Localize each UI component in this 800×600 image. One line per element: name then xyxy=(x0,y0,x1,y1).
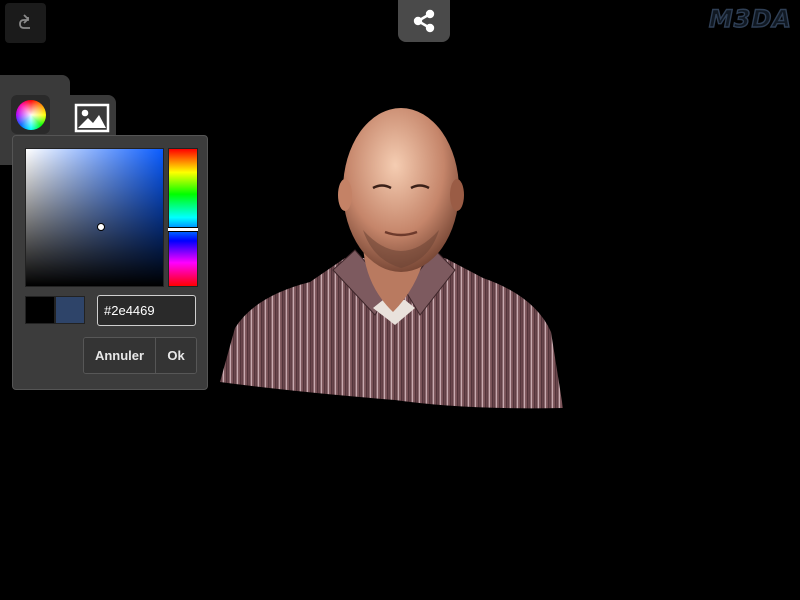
ok-button[interactable]: Ok xyxy=(155,338,196,373)
bust-head xyxy=(343,108,459,272)
hue-slider-track[interactable] xyxy=(168,148,198,287)
color-wheel-icon xyxy=(15,99,46,130)
saturation-value-cursor[interactable] xyxy=(97,223,105,231)
current-color-swatch xyxy=(55,296,85,324)
cancel-button[interactable]: Annuler xyxy=(84,338,155,373)
undo-icon xyxy=(18,14,30,29)
app-stage: M3DA Annuler Ok xyxy=(0,0,800,600)
tab-texture[interactable] xyxy=(68,95,116,140)
share-icon xyxy=(413,9,435,33)
brand-logo: M3DA xyxy=(708,4,792,33)
hex-color-input[interactable] xyxy=(97,295,196,326)
color-picker-panel: Annuler Ok xyxy=(12,135,208,390)
undo-button[interactable] xyxy=(5,3,46,43)
saturation-value-area[interactable] xyxy=(25,148,164,287)
3d-model-viewport[interactable] xyxy=(215,100,570,420)
bust-ear xyxy=(338,179,352,211)
hue-slider-handle[interactable] xyxy=(168,227,198,232)
image-icon xyxy=(74,103,110,132)
picker-button-group: Annuler Ok xyxy=(83,337,197,374)
previous-color-swatch xyxy=(25,296,55,324)
bust-ear xyxy=(450,179,464,211)
tab-color[interactable] xyxy=(11,95,50,134)
share-button[interactable] xyxy=(398,0,450,42)
